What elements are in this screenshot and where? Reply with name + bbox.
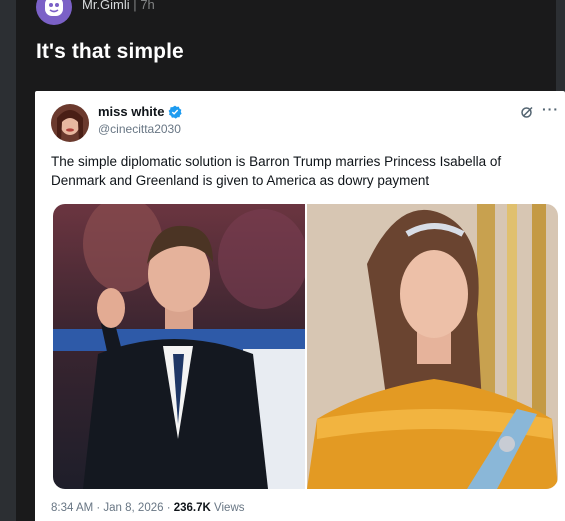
tweet-views-label: Views [210,502,245,514]
tweet-avatar [51,104,89,142]
media-photo-right [307,204,558,489]
post-container: Mr.Gimli | 7h It's that simple miss whit… [16,0,565,521]
tweet-name-row: miss white [98,104,183,119]
post-time: 7h [140,0,155,12]
post-header: Mr.Gimli | 7h [36,0,155,25]
tweet-display-name: miss white [98,104,165,119]
tweet-handle: @cinecitta2030 [98,122,181,136]
tweet-views-count: 236.7K [173,502,211,514]
post-author[interactable]: Mr.Gimli [82,0,130,12]
meta-separator: | [133,0,137,12]
tweet-text: The simple diplomatic solution is Barron… [51,154,502,188]
more-icon: ··· [542,101,559,117]
post-meta: Mr.Gimli | 7h [82,0,155,12]
media-photo-left [53,204,305,489]
tweet-media [53,204,558,489]
grok-icon [521,106,533,118]
post-title[interactable]: It's that simple [36,40,184,64]
tweet-image-card[interactable]: miss white @cinecitta2030 ··· The simple… [35,91,565,521]
tweet-footer: 8:34 AM · Jan 8, 2026 · 236.7K Views [51,502,245,514]
verified-badge-icon [169,105,183,119]
avatar-icon[interactable] [36,0,72,25]
tweet-date: 8:34 AM · Jan 8, 2026 · [51,502,174,514]
